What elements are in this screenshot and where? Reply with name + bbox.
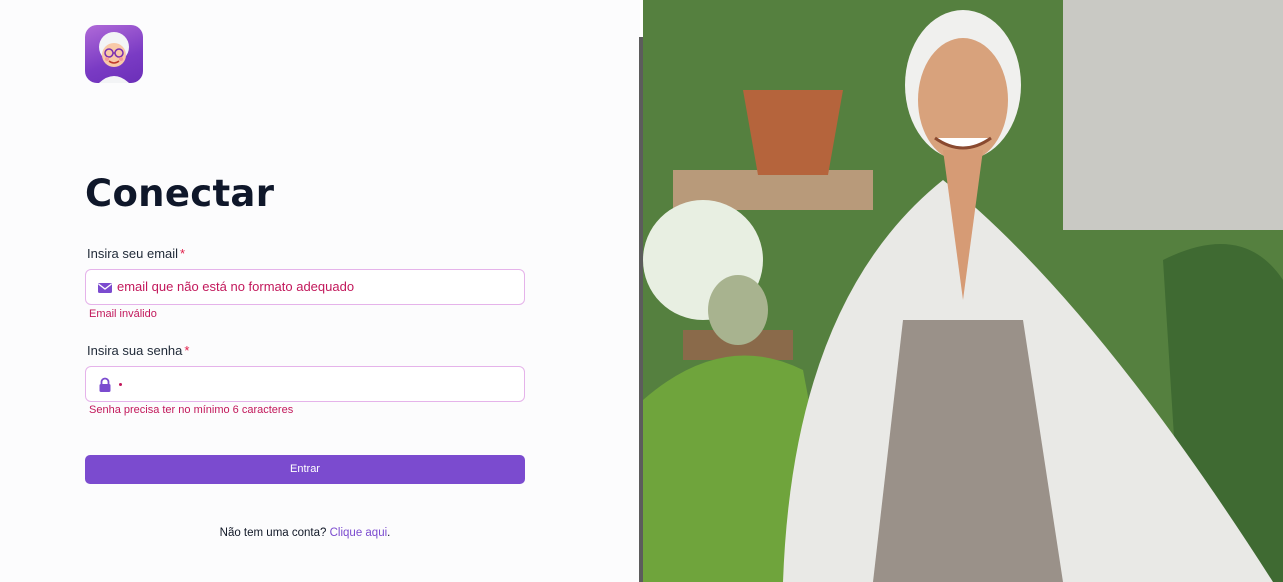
hero-photo [643,0,1283,582]
login-panel: Conectar Insira seu email * email que não… [0,0,640,582]
email-error: Email inválido [89,308,157,320]
required-mark: * [184,343,190,358]
required-mark: * [180,246,186,261]
signup-text: Não tem uma conta? [219,527,327,539]
email-label: Insira seu email * [87,246,185,261]
signup-suffix: . [387,527,391,539]
lock-icon [97,377,113,393]
password-field[interactable] [85,366,525,402]
app-logo-icon [85,25,143,83]
signup-prompt: Não tem uma conta? Clique aqui. [0,527,610,539]
email-field-value: email que não está no formato adequado [117,279,355,294]
page-title: Conectar [85,172,275,215]
envelope-icon [97,280,113,296]
password-error: Senha precisa ter no mínimo 6 caracteres [89,404,294,416]
password-mask-dot [119,383,122,386]
signup-link[interactable]: Clique aqui [330,527,388,539]
password-label-text: Insira sua senha [87,343,183,358]
email-label-text: Insira seu email [87,246,179,261]
email-field[interactable]: email que não está no formato adequado [85,269,525,305]
submit-button[interactable]: Entrar [85,455,525,484]
password-label: Insira sua senha * [87,343,189,358]
